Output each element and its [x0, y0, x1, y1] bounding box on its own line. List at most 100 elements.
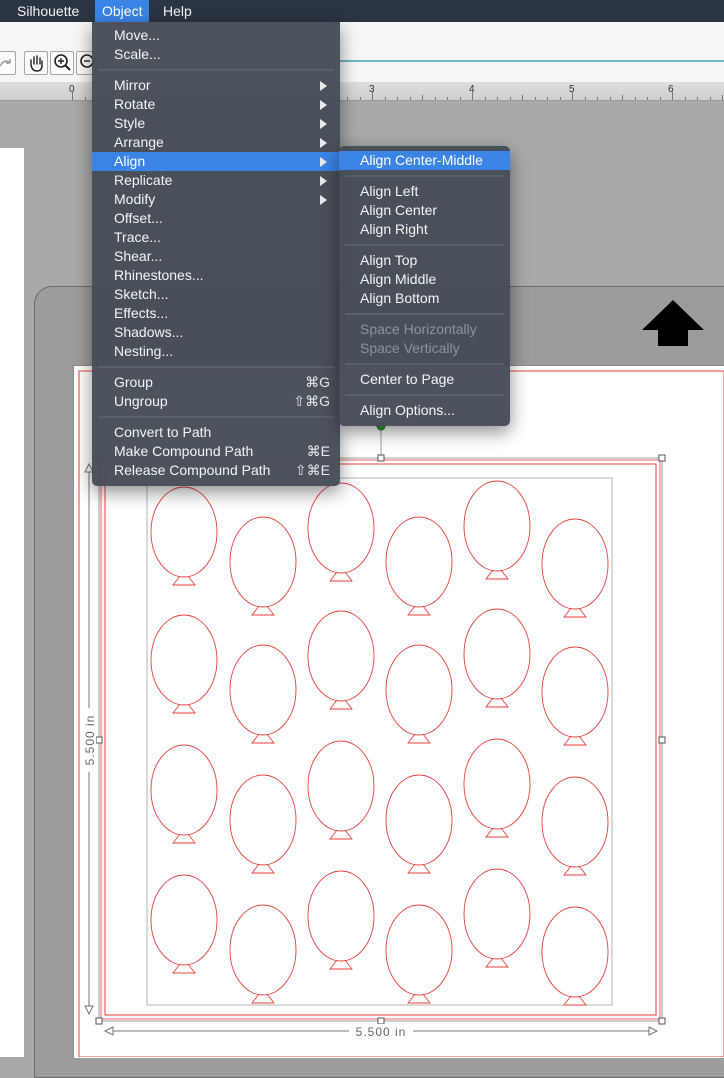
balloon-shape	[307, 870, 375, 970]
align-menu-item-align-middle[interactable]: Align Middle	[339, 270, 510, 289]
resize-handle[interactable]	[377, 454, 385, 462]
object-menu-item-align[interactable]: Align	[92, 152, 340, 171]
balloon-shape	[463, 608, 531, 708]
menu-separator	[345, 313, 504, 315]
menu-item-label: Convert to Path	[114, 424, 212, 440]
submenu-arrow-icon	[320, 176, 327, 186]
menu-item-label: Modify	[114, 191, 156, 207]
menu-item-label: Offset...	[114, 210, 163, 226]
menu-item-label: Align Middle	[360, 271, 437, 287]
align-menu-item-align-center-middle[interactable]: Align Center-Middle	[339, 151, 510, 170]
balloon-shape	[463, 480, 531, 580]
object-menu-item-style[interactable]: Style	[92, 114, 340, 133]
menu-item-label: Align Center-Middle	[360, 152, 483, 168]
balloon-shape	[463, 738, 531, 838]
object-menu-item-trace[interactable]: Trace...	[92, 228, 340, 247]
resize-handle[interactable]	[658, 1017, 666, 1025]
object-menu-item-nesting[interactable]: Nesting...	[92, 342, 340, 361]
balloon-shape	[541, 906, 609, 1006]
balloon-shape	[307, 610, 375, 710]
object-menu-item-make-compound-path[interactable]: Make Compound Path ⌘E	[92, 442, 340, 461]
balloon-shape	[307, 740, 375, 840]
balloon-shape	[385, 644, 453, 744]
menu-item-label: Space Horizontally	[360, 321, 477, 337]
object-menu-item-shadows[interactable]: Shadows...	[92, 323, 340, 342]
menu-item-label: Nesting...	[114, 343, 174, 359]
object-menu-item-arrange[interactable]: Arrange	[92, 133, 340, 152]
object-menu-item-sketch[interactable]: Sketch...	[92, 285, 340, 304]
align-menu-item-align-bottom[interactable]: Align Bottom	[339, 289, 510, 308]
align-menu-item-center-to-page[interactable]: Center to Page	[339, 370, 510, 389]
resize-handle[interactable]	[95, 1017, 103, 1025]
balloon-shape	[385, 516, 453, 616]
menu-item-label: Arrange	[114, 134, 164, 150]
menu-item-label: Center to Page	[360, 371, 455, 387]
submenu-arrow-icon	[320, 157, 327, 167]
align-menu-item-align-right[interactable]: Align Right	[339, 220, 510, 239]
object-menu-item-scale[interactable]: Scale...	[92, 45, 340, 64]
resize-handle[interactable]	[658, 454, 666, 462]
menu-separator	[345, 394, 504, 396]
align-menu-item-space-horizontally: Space Horizontally	[339, 320, 510, 339]
selection-box	[98, 457, 663, 1022]
object-menu-item-mirror[interactable]: Mirror	[92, 76, 340, 95]
object-menu-item-ungroup[interactable]: Ungroup ⇧⌘G	[92, 392, 340, 411]
menu-item-label: Sketch...	[114, 286, 169, 302]
balloon-shape	[307, 482, 375, 582]
submenu-arrow-icon	[320, 81, 327, 91]
object-menu-item-replicate[interactable]: Replicate	[92, 171, 340, 190]
object-menu-item-rotate[interactable]: Rotate	[92, 95, 340, 114]
align-menu-item-align-options[interactable]: Align Options...	[339, 401, 510, 420]
menu-separator	[345, 175, 504, 177]
menu-item-shortcut: ⌘E	[306, 443, 330, 459]
object-menu-item-rhinestones[interactable]: Rhinestones...	[92, 266, 340, 285]
resize-handle[interactable]	[658, 736, 666, 744]
submenu-arrow-icon	[320, 195, 327, 205]
balloon-shape	[541, 518, 609, 618]
dimension-arrow-icon	[648, 1026, 659, 1036]
menu-item-label: Rotate	[114, 96, 156, 112]
menu-item-label: Mirror	[114, 77, 151, 93]
balloon-shape	[385, 904, 453, 1004]
align-menu-item-align-center[interactable]: Align Center	[339, 201, 510, 220]
menu-item-label: Align	[114, 153, 146, 169]
object-menu-item-offset[interactable]: Offset...	[92, 209, 340, 228]
menu-item-label: Space Vertically	[360, 340, 460, 356]
menu-item-label: Group	[114, 374, 153, 390]
balloon-shape	[150, 614, 218, 714]
object-menu-item-shear[interactable]: Shear...	[92, 247, 340, 266]
align-menu-item-space-vertically: Space Vertically	[339, 339, 510, 358]
menu-separator	[98, 69, 334, 71]
menu-item-shortcut: ⇧⌘G	[293, 393, 330, 409]
menu-item-label: Align Options...	[360, 402, 455, 418]
object-menu-item-group[interactable]: Group ⌘G	[92, 373, 340, 392]
object-menu-item-modify[interactable]: Modify	[92, 190, 340, 209]
object-menu: Move... Scale... Mirror Rotate Style Arrange A…	[92, 22, 340, 486]
balloon-shape	[229, 644, 297, 744]
dimension-arrow-icon	[84, 1005, 94, 1016]
object-menu-item-convert-to-path[interactable]: Convert to Path	[92, 423, 340, 442]
object-menu-item-move[interactable]: Move...	[92, 26, 340, 45]
menu-item-label: Scale...	[114, 46, 161, 62]
menu-item-label: Shear...	[114, 248, 163, 264]
height-dimension-label: 5.500 in	[83, 715, 97, 766]
balloon-shape	[150, 874, 218, 974]
object-menu-item-effects[interactable]: Effects...	[92, 304, 340, 323]
balloon-shape	[229, 516, 297, 616]
object-menu-item-release-compound-path[interactable]: Release Compound Path ⇧⌘E	[92, 461, 340, 480]
align-menu-item-align-top[interactable]: Align Top	[339, 251, 510, 270]
menu-item-label: Align Right	[360, 221, 428, 237]
menu-item-label: Rhinestones...	[114, 267, 204, 283]
balloon-shape	[541, 776, 609, 876]
balloon-shape	[150, 744, 218, 844]
align-menu-item-align-left[interactable]: Align Left	[339, 182, 510, 201]
balloon-shape	[385, 774, 453, 874]
menu-item-label: Replicate	[114, 172, 173, 188]
menu-separator	[345, 244, 504, 246]
menu-item-label: Align Top	[360, 252, 418, 268]
menu-item-label: Make Compound Path	[114, 443, 254, 459]
menu-separator	[345, 363, 504, 365]
menu-item-label: Align Bottom	[360, 290, 440, 306]
menu-item-label: Move...	[114, 27, 160, 43]
resize-handle[interactable]	[377, 1017, 385, 1025]
